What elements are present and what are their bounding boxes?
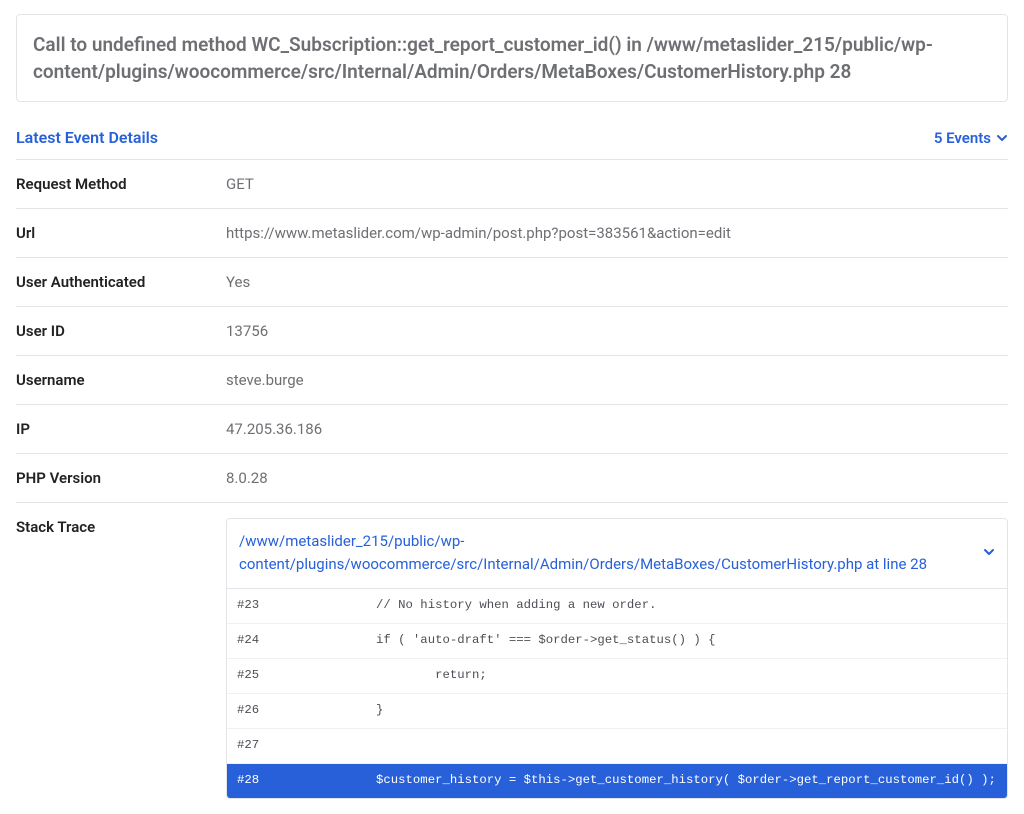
detail-row: Usernamesteve.burge — [16, 356, 1008, 405]
stack-trace-path: /www/metaslider_215/public/wp-content/pl… — [239, 530, 983, 577]
detail-label: User Authenticated — [16, 273, 226, 291]
detail-row: User AuthenticatedYes — [16, 258, 1008, 307]
detail-value: GET — [226, 175, 1008, 193]
code-line: #24 if ( 'auto-draft' === $order->get_st… — [227, 624, 1007, 659]
code-line-number: #24 — [237, 633, 317, 649]
code-line-number: #26 — [237, 703, 317, 719]
code-line-number: #28 — [237, 773, 317, 789]
detail-value: steve.burge — [226, 371, 1008, 389]
detail-label: PHP Version — [16, 469, 226, 487]
detail-row: Request MethodGET — [16, 160, 1008, 209]
stack-trace-header[interactable]: /www/metaslider_215/public/wp-content/pl… — [227, 519, 1007, 588]
detail-row: IP47.205.36.186 — [16, 405, 1008, 454]
code-line-number: #23 — [237, 598, 317, 614]
code-line: #26 } — [227, 694, 1007, 729]
detail-value: Yes — [226, 273, 1008, 291]
error-title: Call to undefined method WC_Subscription… — [33, 32, 991, 85]
code-line-number: #27 — [237, 738, 317, 754]
code-line-number: #25 — [237, 668, 317, 684]
section-header: Latest Event Details 5 Events — [16, 120, 1008, 160]
stack-trace-container: /www/metaslider_215/public/wp-content/pl… — [226, 518, 1008, 798]
code-line-content: if ( 'auto-draft' === $order->get_status… — [317, 633, 997, 649]
code-line: #23 // No history when adding a new orde… — [227, 589, 1007, 624]
detail-value: 47.205.36.186 — [226, 420, 1008, 438]
code-line: #27 — [227, 729, 1007, 764]
detail-label: User ID — [16, 322, 226, 340]
detail-value: 8.0.28 — [226, 469, 1008, 487]
stack-trace-row: Stack Trace /www/metaslider_215/public/w… — [16, 503, 1008, 813]
detail-label: Request Method — [16, 175, 226, 193]
detail-label: Username — [16, 371, 226, 389]
code-line-content: $customer_history = $this->get_customer_… — [317, 773, 997, 789]
error-title-box: Call to undefined method WC_Subscription… — [16, 14, 1008, 102]
detail-row: User ID13756 — [16, 307, 1008, 356]
detail-label: Url — [16, 224, 226, 242]
code-line-content — [317, 738, 997, 754]
detail-row: Urlhttps://www.metaslider.com/wp-admin/p… — [16, 209, 1008, 258]
detail-row: PHP Version8.0.28 — [16, 454, 1008, 503]
detail-label: IP — [16, 420, 226, 438]
code-line-content: } — [317, 703, 997, 719]
events-count-toggle[interactable]: 5 Events — [934, 129, 1008, 147]
code-line-highlighted: #28 $customer_history = $this->get_custo… — [227, 764, 1007, 798]
chevron-down-icon — [983, 544, 995, 562]
detail-value: https://www.metaslider.com/wp-admin/post… — [226, 224, 1008, 242]
code-line-content: // No history when adding a new order. — [317, 598, 997, 614]
detail-value: 13756 — [226, 322, 1008, 340]
code-line-content: return; — [317, 668, 997, 684]
section-title: Latest Event Details — [16, 128, 158, 147]
chevron-down-icon — [996, 132, 1008, 144]
code-block: #23 // No history when adding a new orde… — [227, 588, 1007, 798]
events-count-label: 5 Events — [934, 129, 991, 147]
stack-trace-label: Stack Trace — [16, 518, 226, 536]
details-list: Request MethodGETUrlhttps://www.metaslid… — [16, 160, 1008, 503]
code-line: #25 return; — [227, 659, 1007, 694]
